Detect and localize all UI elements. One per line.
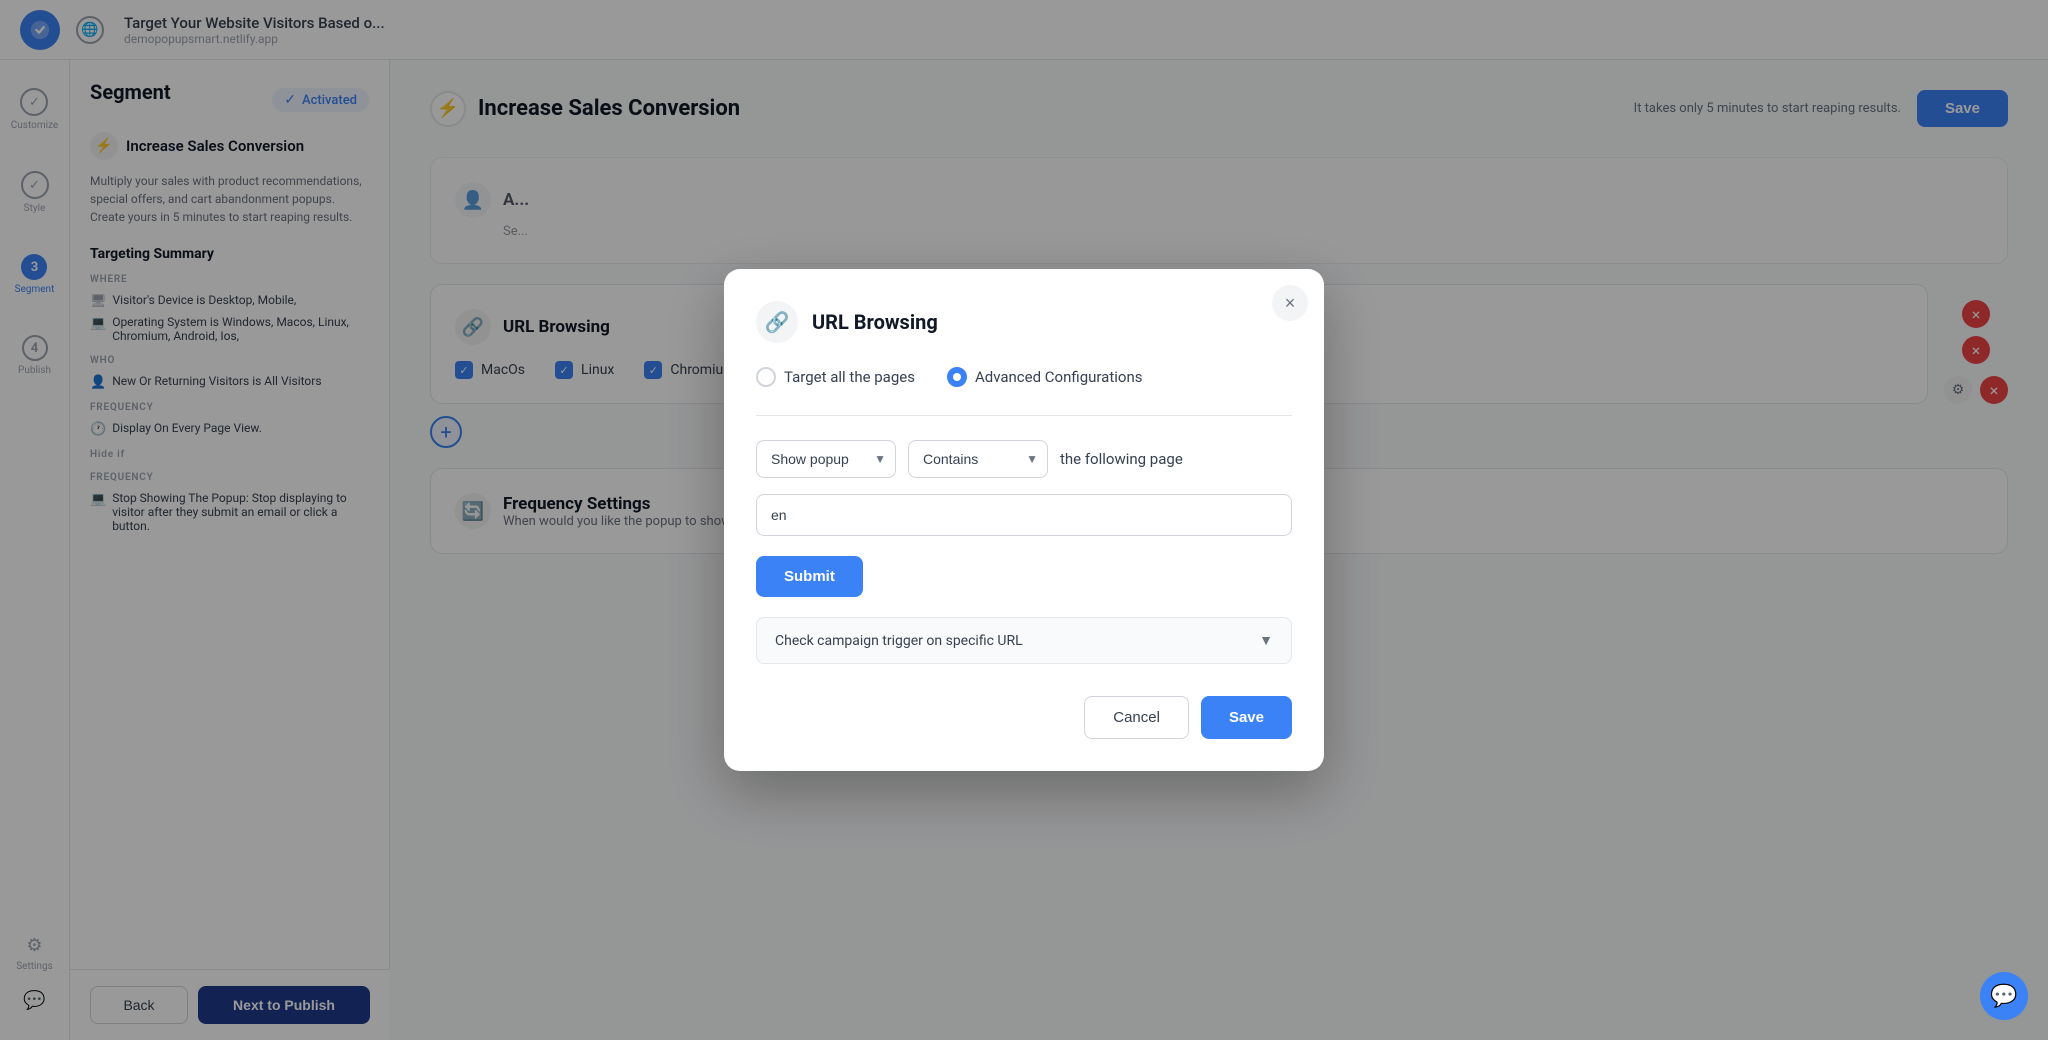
modal-save-button[interactable]: Save — [1201, 696, 1292, 739]
radio-label-all: Target all the pages — [784, 368, 915, 386]
modal-footer: Cancel Save — [756, 696, 1292, 739]
dropdown-chevron-icon: ▼ — [1259, 632, 1273, 649]
modal-condition-row: Show popup Hide popup ▼ Contains Equals … — [756, 440, 1292, 478]
radio-target-all[interactable]: Target all the pages — [756, 367, 915, 387]
url-input[interactable] — [756, 494, 1292, 536]
modal-close-button[interactable]: × — [1272, 285, 1308, 321]
radio-circle-all — [756, 367, 776, 387]
show-popup-wrapper: Show popup Hide popup ▼ — [756, 440, 896, 478]
modal-divider — [756, 415, 1292, 416]
modal-link-icon: 🔗 — [756, 301, 798, 343]
url-browsing-modal: 🔗 URL Browsing × Target all the pages Ad… — [724, 269, 1324, 771]
show-popup-select[interactable]: Show popup Hide popup — [756, 440, 896, 478]
modal-title: URL Browsing — [812, 310, 938, 334]
modal-overlay[interactable]: 🔗 URL Browsing × Target all the pages Ad… — [0, 0, 2048, 1040]
radio-advanced[interactable]: Advanced Configurations — [947, 367, 1143, 387]
radio-label-advanced: Advanced Configurations — [975, 368, 1143, 386]
modal-radio-group: Target all the pages Advanced Configurat… — [756, 367, 1292, 387]
following-page-label: the following page — [1060, 450, 1183, 468]
campaign-trigger-label: Check campaign trigger on specific URL — [775, 633, 1023, 649]
submit-button[interactable]: Submit — [756, 556, 863, 597]
chat-icon: 💬 — [1990, 984, 2017, 1009]
campaign-trigger-dropdown[interactable]: Check campaign trigger on specific URL ▼ — [756, 617, 1292, 664]
radio-circle-advanced — [947, 367, 967, 387]
cancel-button[interactable]: Cancel — [1084, 696, 1189, 739]
chat-button[interactable]: 💬 — [1980, 972, 2028, 1020]
contains-wrapper: Contains Equals Starts with Ends with ▼ — [908, 440, 1048, 478]
condition-select[interactable]: Contains Equals Starts with Ends with — [908, 440, 1048, 478]
modal-header: 🔗 URL Browsing — [756, 301, 1292, 343]
